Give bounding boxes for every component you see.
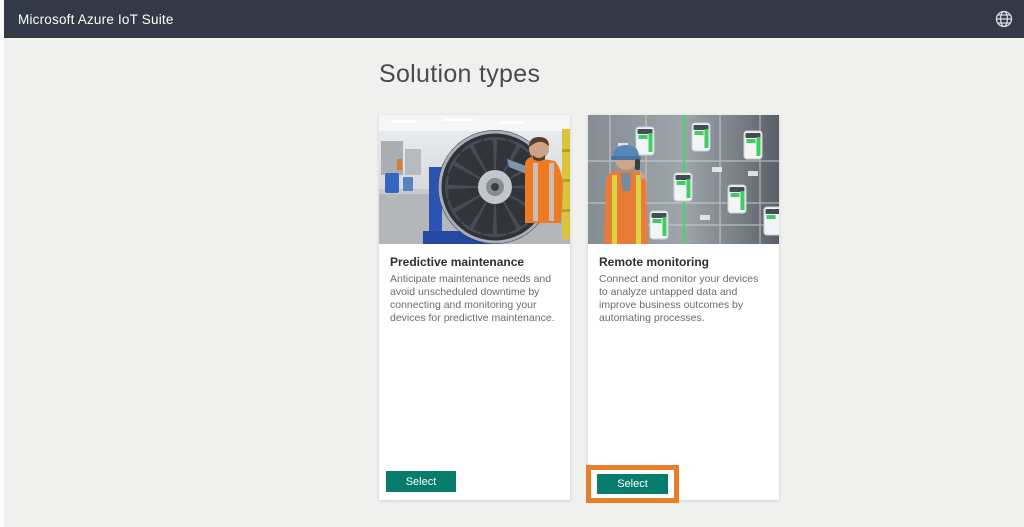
solution-card-remote-monitoring: Remote monitoring Connect and monitor yo… <box>586 115 779 503</box>
card-title: Predictive maintenance <box>390 255 525 269</box>
highlight-annotation-box: Select <box>586 465 679 503</box>
azure-iot-suite-page: Microsoft Azure IoT Suite Solution types <box>0 0 1024 527</box>
select-button-remote-monitoring[interactable]: Select <box>597 474 668 494</box>
card-title: Remote monitoring <box>599 255 709 269</box>
card-description: Anticipate maintenance needs and avoid u… <box>390 273 555 324</box>
app-title: Microsoft Azure IoT Suite <box>18 11 174 27</box>
industrial-monitoring-photo <box>588 115 779 244</box>
card-description: Connect and monitor your devices to anal… <box>599 273 759 324</box>
top-navbar: Microsoft Azure IoT Suite <box>4 0 1024 38</box>
solution-card-predictive-maintenance: Predictive maintenance Anticipate mainte… <box>379 115 570 500</box>
jet-engine-technician-photo <box>379 115 570 244</box>
globe-icon[interactable] <box>994 9 1014 29</box>
select-button-predictive-maintenance[interactable]: Select <box>386 471 456 492</box>
page-title: Solution types <box>379 60 541 88</box>
